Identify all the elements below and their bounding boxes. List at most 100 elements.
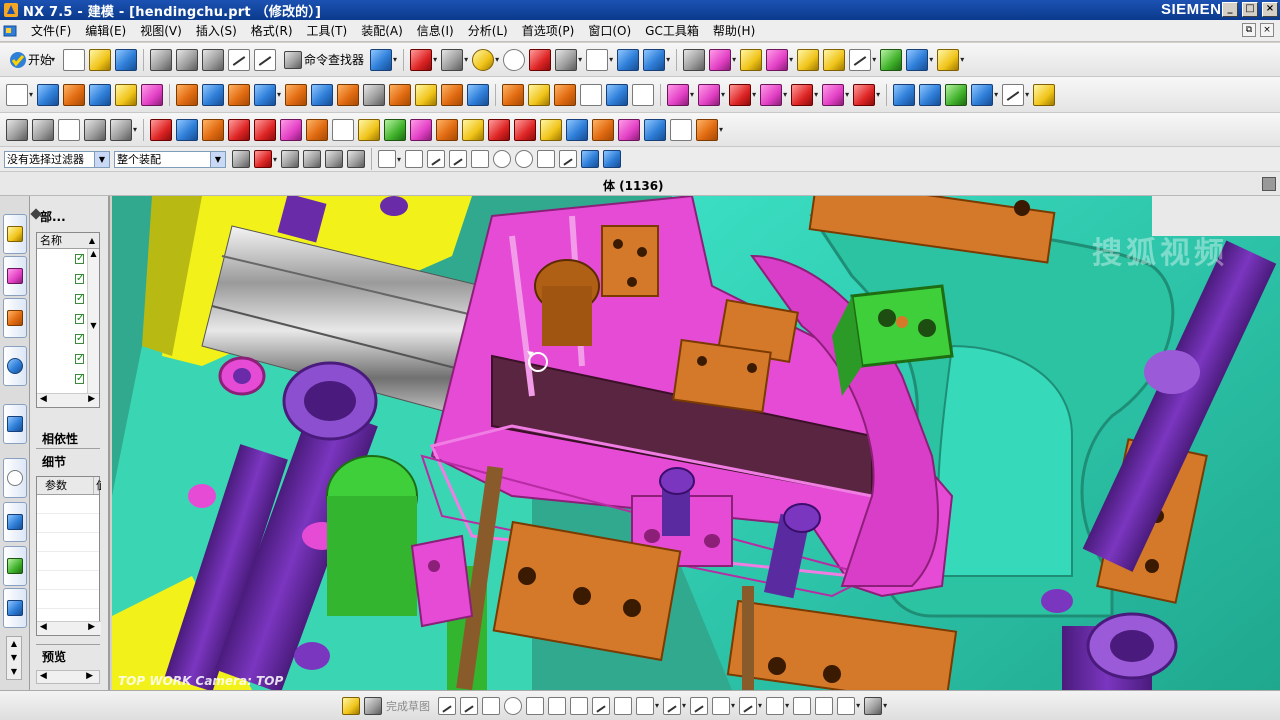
background-icon[interactable] [586,48,609,71]
trim-mold-icon[interactable] [410,118,433,141]
dimension-icon[interactable] [849,48,872,71]
snap-point-icon[interactable] [405,150,424,168]
wire-icon[interactable] [644,118,667,141]
constraint-icon[interactable] [906,48,929,71]
mold-base-icon[interactable] [150,118,173,141]
menu-analysis[interactable]: 分析(L) [461,22,515,39]
fit-view-icon[interactable] [410,48,433,71]
gate-icon[interactable] [306,118,329,141]
preview-section[interactable]: 预览 [42,648,66,665]
section-view-icon[interactable] [529,48,552,71]
arc-center-icon[interactable] [493,150,512,168]
profile-icon[interactable] [438,696,456,715]
panel-horizontal-scrollbar[interactable]: ◀ ▶ [36,670,100,684]
restore-doc-icon[interactable]: ⧉ [1242,23,1256,37]
command-finder-button[interactable]: 命令查找器 [282,50,364,69]
save-icon[interactable] [115,48,138,71]
body-rule-icon[interactable] [325,150,344,168]
sketch-icon[interactable] [6,83,28,106]
close-button[interactable]: × [1262,2,1278,17]
synchronous-icon[interactable] [822,83,845,106]
mid-point-icon[interactable] [449,150,468,168]
layer-visible-icon[interactable] [6,118,28,141]
measure-angle-icon[interactable] [823,48,846,71]
subtract-icon[interactable] [285,83,308,106]
assembly-icon[interactable] [880,48,903,71]
drawing-icon[interactable] [488,118,511,141]
general-selection-filter-icon[interactable] [254,150,272,168]
close-doc-icon[interactable]: × [1260,23,1274,37]
checkbox-checked-icon[interactable]: ✓ [75,334,84,344]
mold-tools-icon[interactable] [566,118,589,141]
auto-constrain-icon[interactable] [837,696,856,715]
control-point-icon[interactable] [471,150,490,168]
rectangle-icon[interactable] [570,696,588,715]
curve-rule-icon[interactable] [281,150,300,168]
hole-icon[interactable] [176,83,199,106]
selection-arrow-icon[interactable] [370,48,393,71]
mirror-body-icon[interactable] [667,83,690,106]
bounded-grid-icon[interactable] [603,150,622,168]
pocket-icon[interactable] [228,83,251,106]
casting-icon[interactable] [618,118,641,141]
runner-icon[interactable] [332,118,355,141]
cue-line-toggle-icon[interactable] [1262,177,1276,191]
polygon-icon[interactable] [592,696,610,715]
checkbox-checked-icon[interactable]: ✓ [75,254,84,264]
unite-icon[interactable] [254,83,277,106]
move-face-icon[interactable] [580,83,603,106]
fillet-icon[interactable] [526,696,544,715]
start-button[interactable]: 开始 ▾ [8,50,57,70]
ruler-icon[interactable] [797,48,820,71]
part-navigator-tab[interactable] [3,298,27,338]
analysis-icon[interactable] [740,48,763,71]
minimize-button[interactable]: _ [1222,2,1238,17]
view-manager-icon[interactable] [592,118,615,141]
intersect-icon[interactable] [311,83,334,106]
selection-scope-dropdown[interactable]: 整个装配 ▼ [114,150,226,168]
details-section[interactable]: 细节 [42,453,66,470]
lifter-icon[interactable] [254,118,277,141]
menu-gc-toolkit[interactable]: GC工具箱 [638,22,706,39]
split-body-icon[interactable] [467,83,490,106]
hole-table-icon[interactable] [514,118,537,141]
paste-icon[interactable] [202,48,225,71]
filter-settings-icon[interactable] [232,150,250,168]
web-browser-tab[interactable] [3,404,27,444]
checkbox-checked-icon[interactable]: ✓ [75,314,84,324]
menu-assemblies[interactable]: 装配(A) [354,22,410,39]
pocket-mold-icon[interactable] [436,118,459,141]
sphere-icon[interactable] [141,83,164,106]
shell-icon[interactable] [389,83,412,106]
checkbox-checked-icon[interactable]: ✓ [75,354,84,364]
circle-icon[interactable] [504,696,522,715]
menu-help[interactable]: 帮助(H) [706,22,762,39]
geometric-constraints-icon[interactable] [793,696,812,715]
edit-object-icon[interactable] [84,118,106,141]
menu-information[interactable]: 信息(I) [410,22,461,39]
delete-face-icon[interactable] [632,83,655,106]
render-style-icon[interactable] [503,48,526,71]
finish-sketch-icon[interactable] [364,696,382,715]
roles-tab[interactable] [3,588,27,628]
resource-bar-scroll[interactable]: ▲ ▼ ▼ [6,636,22,680]
reuse-library-tab[interactable] [3,346,27,386]
sub-insert-icon[interactable] [280,118,303,141]
measure-icon[interactable] [766,48,789,71]
assembly-navigator-tab[interactable] [3,214,27,254]
ejector-pin-icon[interactable] [202,118,225,141]
line-icon[interactable] [460,696,478,715]
face-rule-icon[interactable] [303,150,322,168]
arc-icon[interactable] [482,696,500,715]
wave-linker-icon[interactable] [760,83,783,106]
sketch-task-icon[interactable] [342,696,360,715]
menu-edit[interactable]: 编辑(E) [78,22,133,39]
redo-icon[interactable] [254,48,277,71]
history-tab[interactable] [3,458,27,498]
menu-tools[interactable]: 工具(T) [300,22,355,39]
thicken-icon[interactable] [554,83,577,106]
resize-icon[interactable] [853,83,876,106]
block-icon[interactable] [89,83,112,106]
graphics-window[interactable]: 搜狐视频 TOP WORK Camera: TOP [112,196,1280,690]
tree-horizontal-scrollbar[interactable]: ◀ ▶ [37,393,99,407]
